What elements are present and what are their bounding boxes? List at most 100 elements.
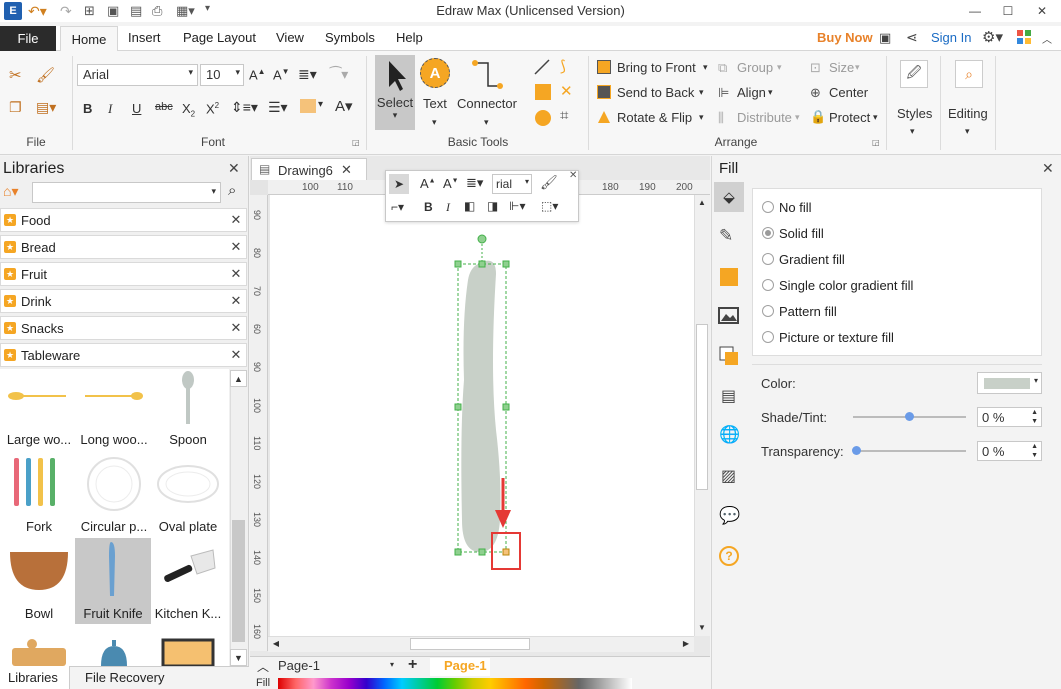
line-panel-icon[interactable]: ✎ xyxy=(719,226,733,246)
fill-option-gradient-fill[interactable]: Gradient fill xyxy=(762,250,845,268)
close-category-icon[interactable]: ✕ xyxy=(226,239,246,255)
shape-kitchen-knife[interactable] xyxy=(151,546,225,596)
mini-font-grow-icon[interactable]: A▲ xyxy=(420,176,436,191)
text-align-icon[interactable]: ≣▾ xyxy=(298,66,317,83)
close-category-icon[interactable]: ✕ xyxy=(226,212,246,228)
subscript-icon[interactable]: X2 xyxy=(182,101,195,119)
document-tab[interactable]: ▤ Drawing6 ✕ xyxy=(251,158,367,180)
settings-gear-icon[interactable]: ⚙▾ xyxy=(982,28,1003,46)
canvas-scroll-right-icon[interactable]: ▶ xyxy=(678,636,694,652)
mini-send-back-icon[interactable]: ◨ xyxy=(487,199,498,213)
bring-to-front-button[interactable]: Bring to Front xyxy=(617,60,696,75)
fill-option-pattern-fill[interactable]: Pattern fill xyxy=(762,302,837,320)
connector-tool-label[interactable]: Connector xyxy=(457,96,517,111)
fill-panel-close-icon[interactable]: ✕ xyxy=(1042,160,1054,177)
ribbon-collapse-icon[interactable]: ︿ xyxy=(1042,31,1052,46)
mini-connector-icon[interactable]: ⌐▾ xyxy=(391,200,404,214)
color-palette[interactable] xyxy=(278,678,632,689)
color-picker[interactable]: ▾ xyxy=(977,372,1042,394)
group-dropdown-icon[interactable]: ▾ xyxy=(777,62,782,73)
cut-icon[interactable]: ✂ xyxy=(9,66,22,84)
copy-icon[interactable]: ❐ xyxy=(9,99,22,116)
size-button[interactable]: Size xyxy=(829,60,854,75)
bold-icon[interactable]: B xyxy=(83,101,92,116)
cross-point-tool-icon[interactable]: ✕ xyxy=(560,82,573,100)
library-scroll-thumb[interactable] xyxy=(232,520,245,642)
close-category-icon[interactable]: ✕ xyxy=(226,320,246,336)
shade-tint-input[interactable]: 0 % ▲ ▼ xyxy=(977,407,1042,427)
distribute-dropdown-icon[interactable]: ▾ xyxy=(795,112,800,123)
libraries-bottom-tab[interactable]: Libraries xyxy=(0,666,70,689)
shape-oval-plate[interactable] xyxy=(151,456,225,512)
maximize-icon[interactable]: ☐ xyxy=(993,0,1023,22)
send-to-back-button[interactable]: Send to Back xyxy=(617,85,694,100)
shade-slider-thumb[interactable] xyxy=(905,412,914,421)
layer-panel-icon[interactable] xyxy=(719,346,739,366)
editing-button[interactable]: Editing xyxy=(948,106,988,121)
line-spacing-icon[interactable]: ⁀▾ xyxy=(330,66,348,83)
library-search-icon[interactable]: ⌕ xyxy=(228,182,236,199)
fill-panel-icon[interactable]: ⬙ xyxy=(714,182,744,212)
page-panel-icon[interactable]: ▤ xyxy=(721,386,736,406)
shape-large-wooden-spoon[interactable] xyxy=(2,376,76,424)
tab-home[interactable]: Home xyxy=(60,26,118,52)
arrange-dialog-launcher-icon[interactable]: ◲ xyxy=(872,138,880,147)
ellipse-tool-icon[interactable] xyxy=(535,110,551,126)
font-color-icon[interactable]: A▾ xyxy=(335,97,353,115)
scroll-down-icon[interactable]: ▼ xyxy=(230,649,247,666)
bring-to-front-dropdown-icon[interactable]: ▾ xyxy=(703,62,708,73)
close-category-icon[interactable]: ✕ xyxy=(226,293,246,309)
help-panel-icon[interactable]: ? xyxy=(719,546,739,566)
tab-help[interactable]: Help xyxy=(396,30,423,45)
shape-bowl[interactable] xyxy=(2,546,76,596)
tab-view[interactable]: View xyxy=(276,30,304,45)
library-category-drink[interactable]: ★ Drink ✕ xyxy=(0,289,247,313)
center-button[interactable]: Center xyxy=(829,85,868,100)
sign-in-link[interactable]: Sign In xyxy=(931,30,971,45)
underline-icon[interactable]: U xyxy=(132,101,141,116)
connector-dropdown-icon[interactable]: ▾ xyxy=(484,117,489,128)
shadow-panel-icon[interactable] xyxy=(720,268,738,286)
text-tool-icon[interactable]: A xyxy=(420,58,450,88)
library-home-icon[interactable]: ⌂▾ xyxy=(3,183,18,200)
library-category-fruit[interactable]: ★ Fruit ✕ xyxy=(0,262,247,286)
mini-toolbar-close-icon[interactable]: ✕ xyxy=(569,170,577,181)
italic-icon[interactable]: I xyxy=(108,101,112,117)
shape-circular-plate[interactable] xyxy=(77,456,151,512)
distribute-button[interactable]: Distribute xyxy=(737,110,792,125)
editing-search-icon[interactable]: ⌕ xyxy=(955,60,983,88)
align-button[interactable]: Align xyxy=(737,85,766,100)
editing-dropdown-icon[interactable]: ▾ xyxy=(965,126,970,137)
rotate-flip-dropdown-icon[interactable]: ▾ xyxy=(699,112,704,123)
library-category-bread[interactable]: ★ Bread ✕ xyxy=(0,235,247,259)
page-select[interactable]: Page-1 ▾ xyxy=(278,658,398,675)
close-category-icon[interactable]: ✕ xyxy=(226,347,246,363)
share-icon[interactable]: ⋖ xyxy=(906,29,918,46)
mini-font-shrink-icon[interactable]: A▼ xyxy=(443,176,459,191)
highlight-dropdown-icon[interactable]: ▾ xyxy=(318,99,323,110)
mini-arrange-icon[interactable]: ⊩▾ xyxy=(509,199,525,213)
close-document-icon[interactable]: ✕ xyxy=(341,162,352,178)
fill-option-single-color-gradient[interactable]: Single color gradient fill xyxy=(762,276,913,294)
library-category-tableware[interactable]: ★ Tableware ✕ xyxy=(0,343,247,367)
fruit-knife-shape[interactable] xyxy=(440,230,530,575)
styles-button[interactable]: Styles xyxy=(897,106,932,121)
transparency-slider-thumb[interactable] xyxy=(852,446,861,455)
canvas-scroll-left-icon[interactable]: ◀ xyxy=(268,636,284,652)
font-shrink-icon[interactable]: A▼ xyxy=(273,67,290,82)
canvas-scroll-up-icon[interactable]: ▲ xyxy=(694,195,710,211)
mini-bold-icon[interactable]: B xyxy=(424,200,433,214)
rotate-flip-button[interactable]: Rotate & Flip xyxy=(617,110,692,125)
canvas-vscroll-thumb[interactable] xyxy=(696,324,708,490)
font-family-select[interactable]: Arial ▾ xyxy=(77,64,198,86)
fill-option-solid-fill[interactable]: Solid fill xyxy=(762,224,824,242)
canvas-scroll-down-icon[interactable]: ▼ xyxy=(694,620,710,636)
buy-now-link[interactable]: Buy Now xyxy=(817,30,873,45)
minimize-icon[interactable]: — xyxy=(960,0,990,22)
shape-oven[interactable] xyxy=(151,636,225,666)
spinner-icon[interactable]: ▲ ▼ xyxy=(1031,408,1038,426)
text-tool-label[interactable]: Text xyxy=(423,96,447,111)
tab-page-layout[interactable]: Page Layout xyxy=(183,30,256,45)
comment-panel-icon[interactable]: 💬 xyxy=(719,506,740,526)
attachment-panel-icon[interactable]: ▨ xyxy=(721,466,736,486)
